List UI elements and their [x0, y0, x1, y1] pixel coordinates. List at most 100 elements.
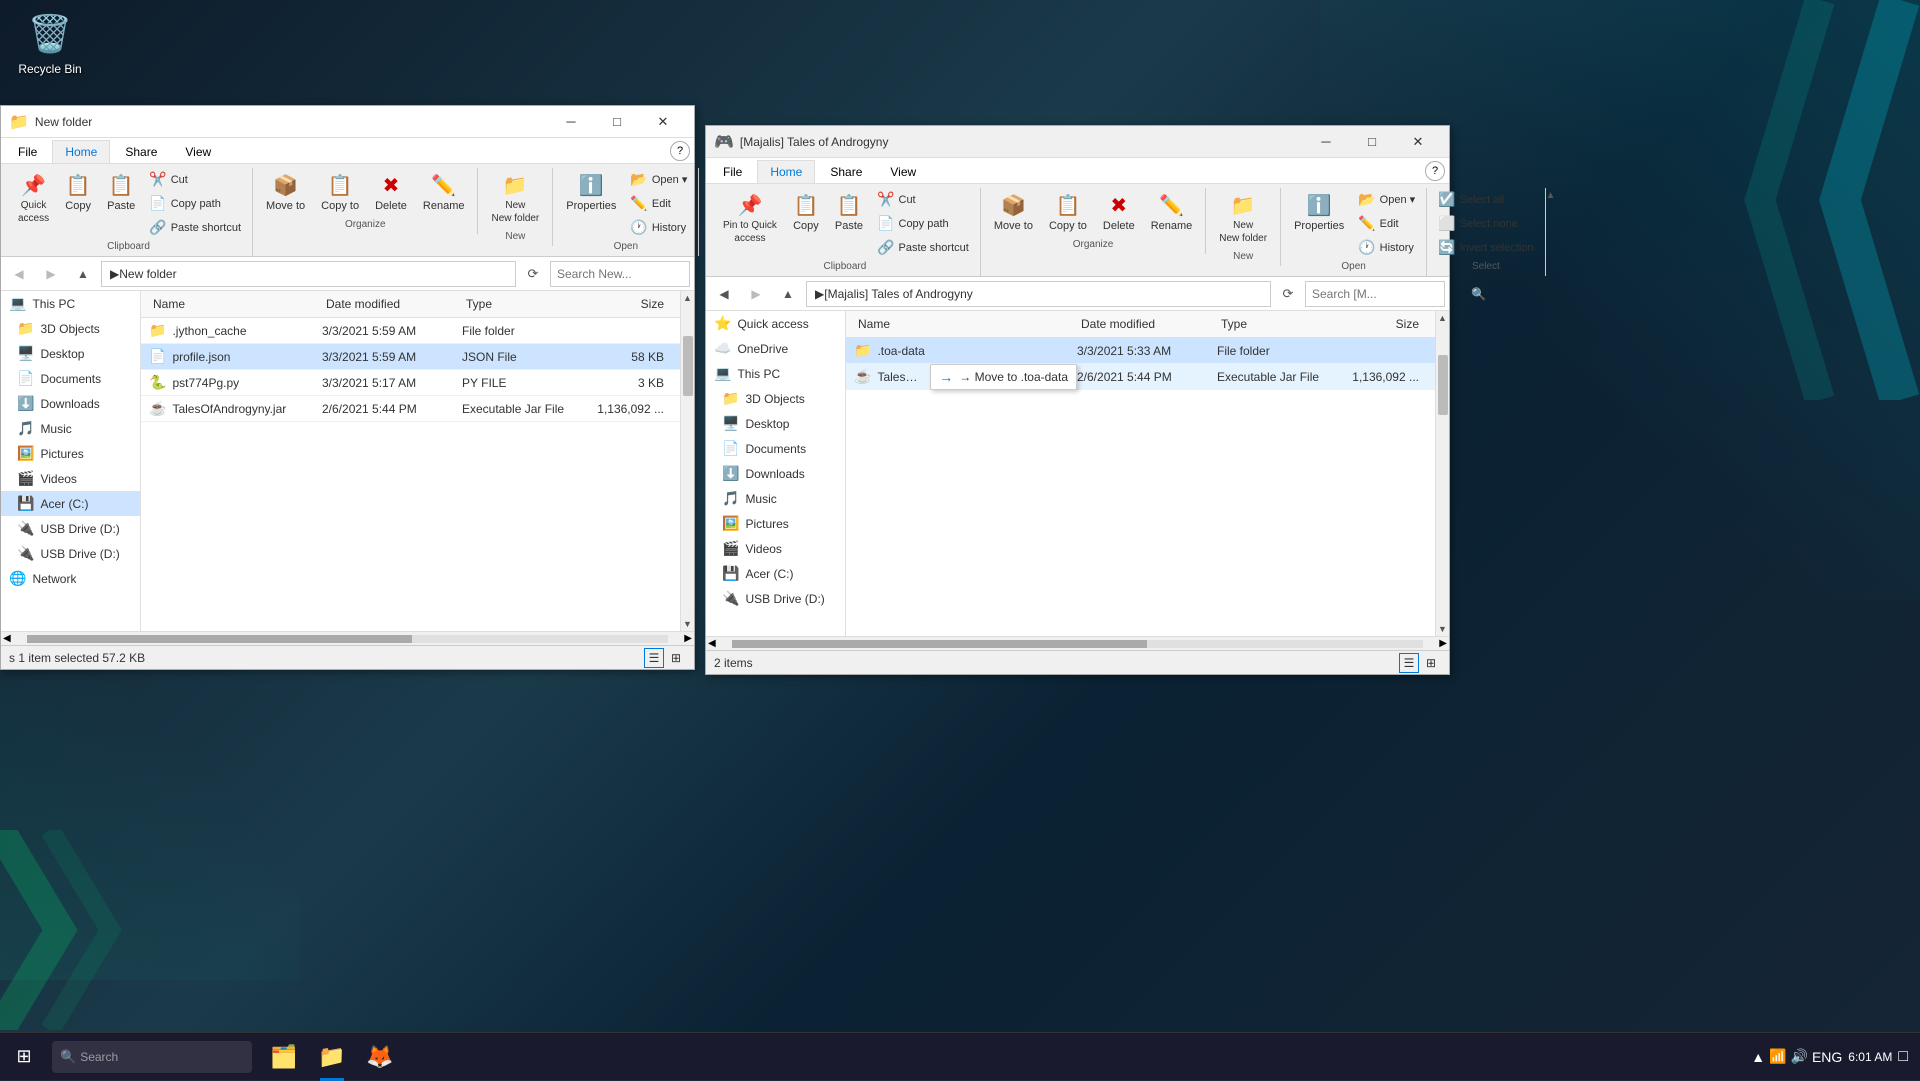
rename-btn-2[interactable]: ✏️ Rename [1144, 188, 1200, 237]
file-row-jar2[interactable]: ☕ TalesOfAndrogyny.jar → → Move to .toa-… [846, 364, 1435, 390]
history-btn-2[interactable]: 🕐 History [1353, 236, 1420, 259]
selectall-btn-2[interactable]: ☑️ Select all [1433, 188, 1538, 211]
sidebar-item-downloads-2[interactable]: ⬇️ Downloads [706, 461, 845, 486]
window2-maximize[interactable]: □ [1349, 126, 1395, 158]
sidebar-item-usbd-2[interactable]: 🔌 USB Drive (D:) [706, 586, 845, 611]
sidebar-item-music-2[interactable]: 🎵 Music [706, 486, 845, 511]
sidebar-item-usbd-1[interactable]: 🔌 USB Drive (D:) [1, 516, 140, 541]
file-row-py[interactable]: 🐍 pst774Pg.py 3/3/2021 5:17 AM PY FILE 3… [141, 370, 680, 396]
selectnone-btn-2[interactable]: ⬜ Select none [1433, 212, 1538, 235]
file-row-profile[interactable]: 📄 profile.json 3/3/2021 5:59 AM JSON Fil… [141, 344, 680, 370]
view-large-1[interactable]: ⊞ [666, 648, 686, 668]
sidebar-item-music-1[interactable]: 🎵 Music [1, 416, 140, 441]
sidebar-item-acerc-2[interactable]: 💾 Acer (C:) [706, 561, 845, 586]
help-btn-2[interactable]: ? [1425, 161, 1445, 181]
history-btn-1[interactable]: 🕐 History [625, 216, 692, 239]
start-button[interactable]: ⊞ [0, 1033, 48, 1081]
sidebar-item-desktop-2[interactable]: 🖥️ Desktop [706, 411, 845, 436]
sidebar-item-usbd2-1[interactable]: 🔌 USB Drive (D:) [1, 541, 140, 566]
up-btn-1[interactable]: ▲ [69, 261, 97, 287]
col-name-1[interactable]: Name [149, 291, 322, 317]
sidebar-item-acerc-1[interactable]: 💾 Acer (C:) [1, 491, 140, 516]
notification-icon[interactable]: □ [1898, 1048, 1908, 1066]
edit-btn-2[interactable]: ✏️ Edit [1353, 212, 1420, 235]
file-row-toadata[interactable]: 📁 .toa-data 3/3/2021 5:33 AM File folder [846, 338, 1435, 364]
col-size-1[interactable]: Size [592, 291, 672, 317]
window1-maximize[interactable]: □ [594, 106, 640, 138]
window1-minimize[interactable]: ─ [548, 106, 594, 138]
forward-btn-2[interactable]: ▶ [742, 281, 770, 307]
col-date-2[interactable]: Date modified [1077, 311, 1217, 337]
tab-home-1[interactable]: Home [52, 140, 110, 163]
volume-tray-icon[interactable]: 🔊 [1791, 1048, 1808, 1065]
sidebar-item-3dobjects-2[interactable]: 📁 3D Objects [706, 386, 845, 411]
window1-close[interactable]: ✕ [640, 106, 686, 138]
address-path-1[interactable]: ▶ New folder [101, 261, 516, 287]
moveto-btn-1[interactable]: 📦 Move to [259, 168, 312, 217]
sidebar-item-pictures-2[interactable]: 🖼️ Pictures [706, 511, 845, 536]
edit-btn-1[interactable]: ✏️ Edit [625, 192, 692, 215]
pintoquick-btn-2[interactable]: 📌 Pin to Quick access [716, 188, 784, 249]
copy-btn-1[interactable]: 📋 Copy [58, 168, 98, 217]
view-details-1[interactable]: ☰ [644, 648, 664, 668]
sidebar-item-documents-2[interactable]: 📄 Documents [706, 436, 845, 461]
copypath-btn-1[interactable]: 📄 Copy path [144, 192, 246, 215]
sidebar-item-documents-1[interactable]: 📄 Documents [1, 366, 140, 391]
refresh-btn-1[interactable]: ⟳ [520, 261, 546, 287]
tab-file-1[interactable]: File [5, 140, 50, 163]
help-btn-1[interactable]: ? [670, 141, 690, 161]
copypath-btn-2[interactable]: 📄 Copy path [872, 212, 974, 235]
pasteshortcut-btn-1[interactable]: 🔗 Paste shortcut [144, 216, 246, 239]
network-tray-icon[interactable]: 📶 [1769, 1048, 1786, 1065]
tab-home-2[interactable]: Home [757, 160, 815, 183]
sidebar-item-pictures-1[interactable]: 🖼️ Pictures [1, 441, 140, 466]
address-path-2[interactable]: ▶ [Majalis] Tales of Androgyny [806, 281, 1271, 307]
hscroll-right-2[interactable]: ▶ [1437, 638, 1449, 649]
col-type-2[interactable]: Type [1217, 311, 1347, 337]
tray-up-icon[interactable]: ▲ [1751, 1049, 1765, 1065]
cut-btn-2[interactable]: ✂️ Cut [872, 188, 974, 211]
taskbar-firefox[interactable]: 🦊 [356, 1033, 404, 1081]
hscroll-thumb-1[interactable] [27, 635, 412, 643]
tab-view-1[interactable]: View [172, 140, 224, 163]
pasteshortcut-btn-2[interactable]: 🔗 Paste shortcut [872, 236, 974, 259]
scroll-up-1[interactable]: ▲ [681, 291, 695, 305]
view-large-2[interactable]: ⊞ [1421, 653, 1441, 673]
copyto-btn-2[interactable]: 📋 Copy to [1042, 188, 1094, 237]
newfolder-btn-2[interactable]: 📁 New New folder [1212, 188, 1274, 249]
taskbar-clock[interactable]: 6:01 AM [1848, 1050, 1892, 1064]
file-row-jython[interactable]: 📁 .jython_cache 3/3/2021 5:59 AM File fo… [141, 318, 680, 344]
hscroll-left-2[interactable]: ◀ [706, 638, 718, 649]
open-btn-2[interactable]: 📂 Open ▾ [1353, 188, 1420, 211]
col-date-1[interactable]: Date modified [322, 291, 462, 317]
window2-minimize[interactable]: ─ [1303, 126, 1349, 158]
cut-btn-1[interactable]: ✂️ Cut [144, 168, 246, 191]
open-btn-1[interactable]: 📂 Open ▾ [625, 168, 692, 191]
paste-btn-2[interactable]: 📋 Paste [828, 188, 870, 237]
col-name-2[interactable]: Name [854, 311, 1077, 337]
sidebar-item-desktop-1[interactable]: 🖥️ Desktop [1, 341, 140, 366]
sidebar-item-videos-1[interactable]: 🎬 Videos [1, 466, 140, 491]
sidebar-item-quickaccess[interactable]: ⭐ Quick access [706, 311, 845, 336]
hscroll-thumb-2[interactable] [732, 640, 1147, 648]
newfolder-btn-1[interactable]: 📁 New New folder [484, 168, 546, 229]
col-type-1[interactable]: Type [462, 291, 592, 317]
search-input-1[interactable] [557, 267, 712, 281]
paste-btn-1[interactable]: 📋 Paste [100, 168, 142, 217]
sidebar-item-downloads-1[interactable]: ⬇️ Downloads [1, 391, 140, 416]
up-btn-2[interactable]: ▲ [774, 281, 802, 307]
moveto-btn-2[interactable]: 📦 Move to [987, 188, 1040, 237]
scroll-down-2[interactable]: ▼ [1436, 622, 1450, 636]
refresh-btn-2[interactable]: ⟳ [1275, 281, 1301, 307]
ribbon-collapse-2[interactable]: ▲ [1546, 190, 1556, 201]
sidebar-item-3dobjects-1[interactable]: 📁 3D Objects [1, 316, 140, 341]
taskbar-search[interactable]: 🔍 Search [52, 1041, 252, 1073]
rename-btn-1[interactable]: ✏️ Rename [416, 168, 472, 217]
copyto-btn-1[interactable]: 📋 Copy to [314, 168, 366, 217]
tab-share-1[interactable]: Share [112, 140, 170, 163]
back-btn-1[interactable]: ◀ [5, 261, 33, 287]
sidebar-item-onedrive[interactable]: ☁️ OneDrive [706, 336, 845, 361]
lang-tray[interactable]: ENG [1812, 1049, 1842, 1065]
delete-btn-2[interactable]: ✖ Delete [1096, 188, 1142, 237]
delete-btn-1[interactable]: ✖ Delete [368, 168, 414, 217]
